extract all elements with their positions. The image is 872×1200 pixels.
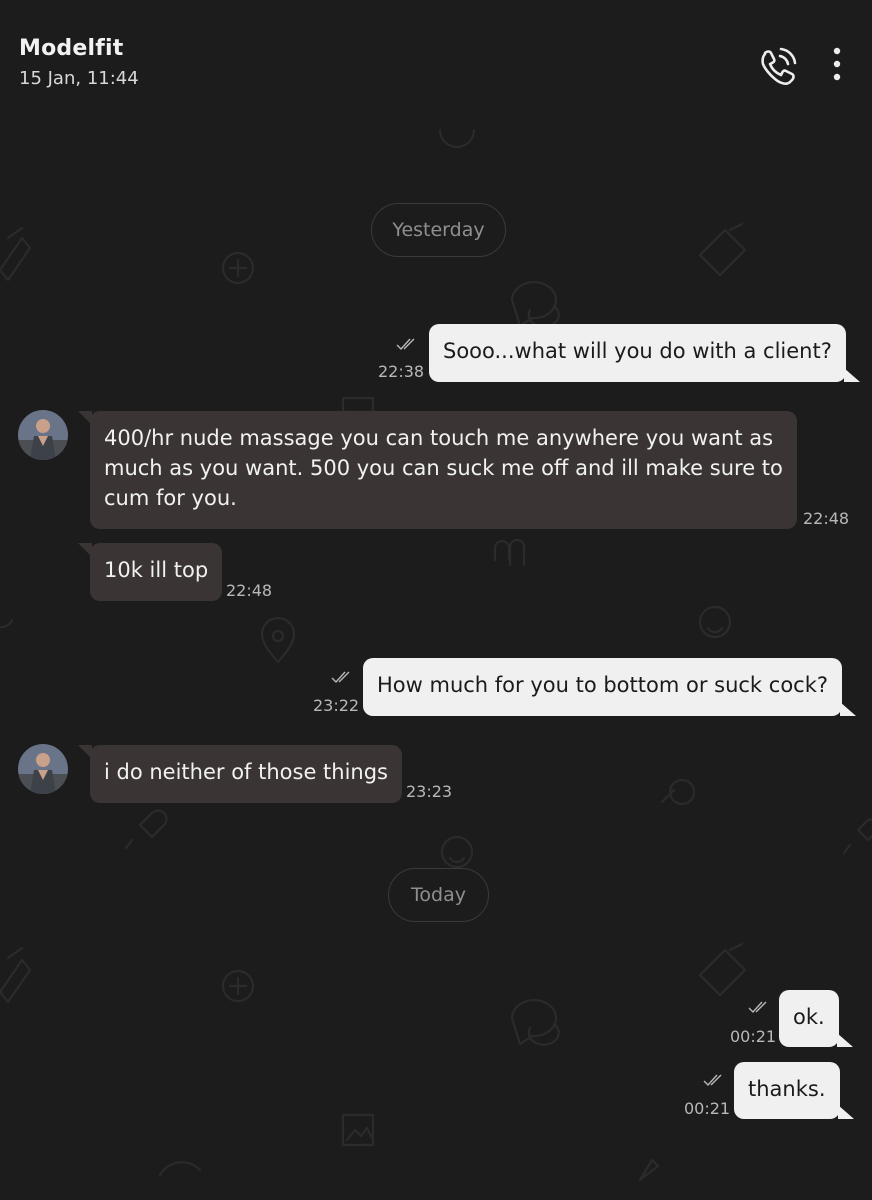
message-time: 23:23 (406, 782, 453, 801)
message-text-line: cum for you. (104, 486, 237, 510)
people-doodle (493, 538, 526, 567)
incoming-message[interactable]: 10k ill top (77, 543, 223, 601)
message-text: i do neither of those things (104, 760, 389, 784)
message-time: 00:21 (730, 1027, 777, 1046)
pin-doodle (260, 616, 296, 664)
read-receipt-icon (703, 1074, 722, 1087)
image-doodle (341, 396, 375, 414)
message-text-line: 400/hr nude massage you can touch me any… (104, 426, 774, 450)
smiley-doodle (440, 835, 474, 869)
date-separator-today: Today (388, 868, 489, 922)
tag-doodle (0, 226, 32, 282)
plus-doodle (221, 251, 255, 285)
message-time: 22:48 (803, 509, 850, 528)
contact-name[interactable]: Modelfit (19, 36, 123, 61)
message-time: 22:48 (226, 581, 273, 600)
mic-doodle (842, 818, 872, 855)
search-doodle (660, 778, 696, 806)
tag-doodle (0, 946, 32, 1004)
contact-avatar[interactable] (18, 410, 68, 460)
message-text: 10k ill top (104, 558, 209, 582)
outgoing-message[interactable]: Sooo...what will you do with a client? (429, 324, 860, 382)
read-receipt-icon (396, 338, 415, 351)
mic-doodle (124, 809, 168, 850)
message-text: thanks. (748, 1077, 826, 1101)
chat-doodle (510, 998, 560, 1046)
last-seen-timestamp: 15 Jan, 11:44 (19, 68, 139, 89)
chat-doodle (510, 280, 560, 328)
message-time: 22:38 (378, 362, 425, 381)
more-options-button[interactable] (824, 44, 850, 88)
message-text: How much for you to bottom or suck cock? (377, 673, 829, 697)
chat-header: Modelfit 15 Jan, 11:44 (0, 0, 872, 110)
arc-doodle (158, 1161, 202, 1177)
incoming-message[interactable]: 400/hr nude massage you can touch me any… (78, 411, 797, 529)
read-receipt-icon (748, 1001, 767, 1014)
image-doodle (341, 1113, 375, 1147)
avatar-photo (18, 410, 68, 460)
avatar-photo (18, 744, 68, 794)
message-time: 23:22 (313, 696, 360, 715)
smiley-doodle (438, 128, 476, 149)
message-text: ok. (793, 1005, 825, 1029)
smiley-doodle (698, 605, 732, 639)
tag-doodle (698, 222, 747, 277)
message-text-line: much as you want. 500 you can suck me of… (104, 456, 783, 480)
smiley-doodle (0, 618, 14, 629)
arrow-doodle (638, 1158, 660, 1182)
contact-avatar[interactable] (18, 744, 68, 794)
tag-doodle (698, 942, 747, 997)
outgoing-message[interactable]: ok. (779, 990, 853, 1047)
outgoing-message[interactable]: thanks. (734, 1062, 853, 1119)
outgoing-message[interactable]: How much for you to bottom or suck cock? (363, 658, 857, 716)
incoming-message[interactable]: i do neither of those things (77, 745, 403, 803)
date-separator-yesterday: Yesterday (371, 203, 506, 257)
plus-doodle (221, 969, 255, 1003)
phone-call-icon (761, 47, 797, 85)
voice-call-button[interactable] (756, 44, 800, 88)
message-text: Sooo...what will you do with a client? (443, 339, 832, 363)
more-vertical-icon (833, 47, 841, 81)
message-time: 00:21 (684, 1099, 731, 1118)
read-receipt-icon (331, 671, 350, 684)
